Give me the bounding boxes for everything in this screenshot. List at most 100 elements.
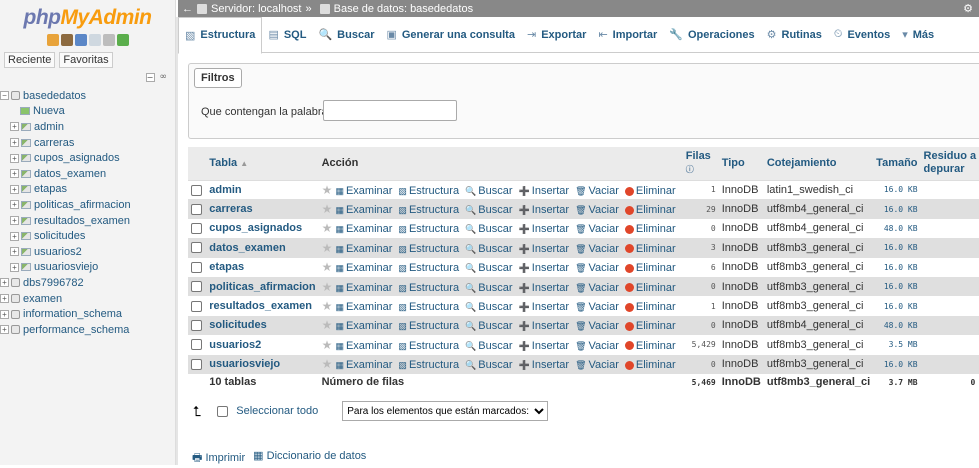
action-browse[interactable]: ▦ Examinar [335, 320, 392, 332]
action-structure[interactable]: ▧ Estructura [398, 243, 459, 255]
row-size[interactable]: 16.0 KB [873, 296, 921, 316]
sort-icon[interactable]: ▲ [240, 159, 248, 168]
action-search[interactable]: 🔍 Buscar [465, 301, 512, 313]
row-size[interactable]: 16.0 KB [873, 180, 921, 200]
col-tabla[interactable]: Tabla [209, 157, 237, 169]
favorite-star-icon[interactable]: ★ [322, 357, 333, 371]
action-empty[interactable]: 🗑 Vaciar [575, 185, 619, 197]
expand-icon[interactable]: + [0, 309, 9, 319]
tree-table[interactable]: + solicitudes [0, 228, 175, 244]
col-filas[interactable]: Filas [686, 150, 711, 162]
action-drop[interactable]: Eliminar [624, 301, 676, 313]
favorite-star-icon[interactable]: ★ [322, 221, 333, 235]
table-name[interactable]: datos_examen [206, 238, 319, 258]
table-name[interactable]: cupos_asignados [206, 218, 319, 239]
action-insert[interactable]: ➕ Insertar [519, 204, 570, 216]
action-search[interactable]: 🔍 Buscar [465, 340, 512, 352]
filter-input[interactable] [323, 100, 457, 121]
action-drop[interactable]: Eliminar [624, 340, 676, 352]
row-checkbox[interactable] [191, 261, 202, 273]
table-name[interactable]: carreras [206, 199, 319, 219]
action-drop[interactable]: Eliminar [624, 262, 676, 274]
home-icon[interactable] [46, 34, 59, 46]
action-insert[interactable]: ➕ Insertar [519, 185, 570, 197]
action-browse[interactable]: ▦ Examinar [335, 204, 392, 216]
row-checkbox[interactable] [191, 223, 202, 235]
action-drop[interactable]: Eliminar [624, 204, 676, 216]
tab-recent[interactable]: Reciente [4, 52, 56, 68]
gear-icon[interactable]: ⚙ [963, 2, 973, 15]
row-checkbox[interactable] [191, 300, 202, 312]
action-structure[interactable]: ▧ Estructura [398, 359, 459, 371]
action-empty[interactable]: 🗑 Vaciar [575, 243, 619, 255]
expand-icon[interactable]: + [0, 325, 9, 335]
action-structure[interactable]: ▧ Estructura [398, 185, 459, 197]
link-icon[interactable]: ∞ [160, 72, 168, 82]
action-insert[interactable]: ➕ Insertar [519, 243, 570, 255]
select-all-label[interactable]: Seleccionar todo [236, 405, 318, 417]
row-size[interactable]: 16.0 KB [873, 276, 921, 297]
favorite-star-icon[interactable]: ★ [322, 280, 333, 294]
docs-icon[interactable] [88, 34, 101, 46]
expand-icon[interactable]: + [10, 262, 19, 272]
logout-icon[interactable] [60, 34, 73, 46]
action-structure[interactable]: ▧ Estructura [398, 320, 459, 332]
expand-icon[interactable]: + [0, 294, 9, 304]
row-size[interactable]: 16.0 KB [873, 257, 921, 277]
expand-icon[interactable]: + [10, 247, 19, 257]
expand-icon[interactable]: + [10, 200, 19, 210]
action-insert[interactable]: ➕ Insertar [519, 359, 570, 371]
tree-db[interactable]: + performance_schema [0, 322, 175, 338]
bulk-action-select[interactable]: Para los elementos que están marcados: [342, 401, 549, 421]
action-search[interactable]: 🔍 Buscar [465, 185, 512, 197]
row-size[interactable]: 16.0 KB [873, 354, 921, 374]
action-drop[interactable]: Eliminar [624, 185, 676, 197]
tree-db[interactable]: + dbs7996782 [0, 275, 175, 291]
tree-table[interactable]: + carreras [0, 135, 175, 151]
action-drop[interactable]: Eliminar [624, 223, 676, 235]
action-drop[interactable]: Eliminar [624, 320, 676, 332]
action-empty[interactable]: 🗑 Vaciar [575, 204, 619, 216]
tab-more[interactable]: ▾ Más [896, 17, 940, 53]
action-drop[interactable]: Eliminar [624, 359, 676, 371]
row-size[interactable]: 48.0 KB [873, 315, 921, 336]
table-name[interactable]: resultados_examen [206, 296, 319, 316]
tab-search[interactable]: 🔍 Buscar [312, 17, 380, 53]
tree-table[interactable]: + usuarios2 [0, 244, 175, 260]
favorite-star-icon[interactable]: ★ [322, 299, 333, 313]
col-tipo[interactable]: Tipo [718, 147, 764, 181]
table-name[interactable]: solicitudes [206, 315, 319, 336]
action-insert[interactable]: ➕ Insertar [519, 282, 570, 294]
help-icon[interactable] [74, 34, 87, 46]
favorite-star-icon[interactable]: ★ [322, 202, 333, 216]
collapse-all-icon[interactable]: − [145, 72, 155, 82]
favorite-star-icon[interactable]: ★ [322, 318, 333, 332]
action-search[interactable]: 🔍 Buscar [465, 243, 512, 255]
action-structure[interactable]: ▧ Estructura [398, 262, 459, 274]
favorite-star-icon[interactable]: ★ [322, 183, 333, 197]
row-checkbox[interactable] [191, 184, 202, 196]
tab-sql[interactable]: ▤ SQL [262, 17, 312, 53]
select-all-checkbox[interactable] [217, 405, 229, 417]
settings-icon[interactable] [102, 34, 115, 46]
action-insert[interactable]: ➕ Insertar [519, 262, 570, 274]
breadcrumb-server[interactable]: Servidor: localhost [211, 3, 302, 15]
action-search[interactable]: 🔍 Buscar [465, 262, 512, 274]
expand-icon[interactable]: + [10, 216, 19, 226]
action-empty[interactable]: 🗑 Vaciar [575, 340, 619, 352]
action-browse[interactable]: ▦ Examinar [335, 301, 392, 313]
tree-table[interactable]: + cupos_asignados [0, 150, 175, 166]
expand-icon[interactable]: + [10, 122, 19, 132]
action-search[interactable]: 🔍 Buscar [465, 359, 512, 371]
expand-icon[interactable]: + [10, 169, 19, 179]
action-search[interactable]: 🔍 Buscar [465, 282, 512, 294]
row-checkbox[interactable] [191, 242, 202, 254]
action-insert[interactable]: ➕ Insertar [519, 301, 570, 313]
favorite-star-icon[interactable]: ★ [322, 260, 333, 274]
col-tamano[interactable]: Tamaño [873, 147, 921, 181]
action-insert[interactable]: ➕ Insertar [519, 340, 570, 352]
col-residuo[interactable]: Residuo a depurar [920, 147, 979, 181]
row-checkbox[interactable] [191, 320, 202, 332]
action-browse[interactable]: ▦ Examinar [335, 243, 392, 255]
row-size[interactable]: 16.0 KB [873, 238, 921, 258]
